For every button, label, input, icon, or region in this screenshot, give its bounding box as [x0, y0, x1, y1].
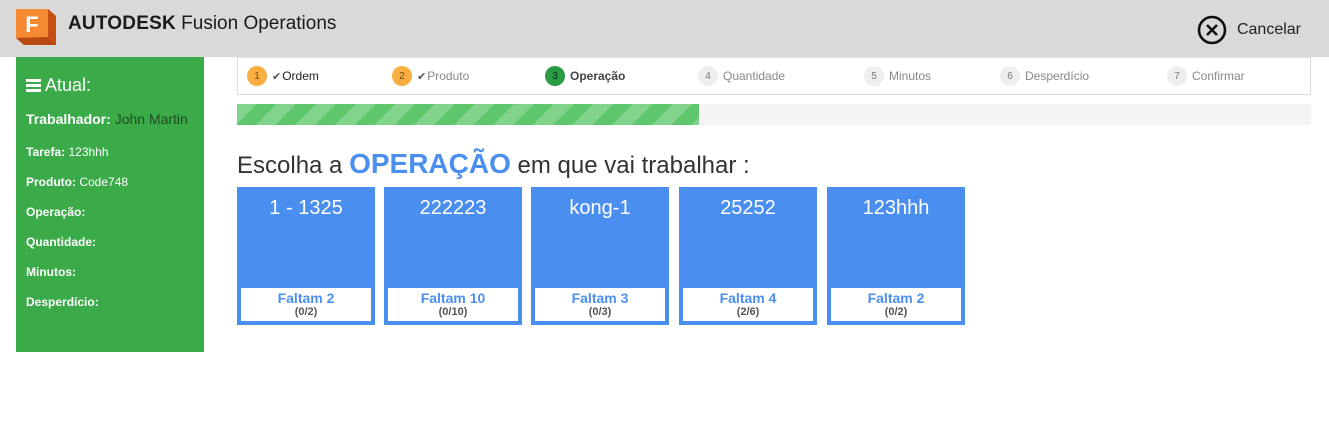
worker-value: John Martin	[114, 111, 188, 127]
info-row-minutes: Minutos:	[26, 265, 194, 295]
step-number: 6	[1000, 66, 1020, 86]
product-name: Fusion Operations	[181, 13, 337, 34]
info-value: 123hhh	[68, 145, 109, 159]
step-number: 3	[545, 66, 565, 86]
operation-status: Faltam 10 (0/10)	[388, 288, 518, 321]
remaining-count: Faltam 2	[867, 290, 925, 306]
info-label: Minutos:	[26, 265, 76, 279]
info-row-waste: Desperdício:	[26, 295, 194, 325]
hamburger-menu-icon	[26, 79, 41, 92]
check-icon: ✔	[417, 70, 427, 83]
step-number: 5	[864, 66, 884, 86]
info-label: Operação:	[26, 205, 86, 219]
info-label: Tarefa:	[26, 145, 66, 159]
page-heading: Escolha a OPERAÇÃO em que vai trabalhar …	[237, 148, 750, 180]
operation-name: 1 - 1325	[269, 197, 343, 219]
step-confirm[interactable]: 7 Confirmar	[1167, 58, 1245, 94]
info-row-quantity: Quantidade:	[26, 235, 194, 265]
operation-name: 123hhh	[862, 197, 930, 219]
heading-suffix: em que vai trabalhar :	[517, 152, 750, 179]
check-icon: ✔	[272, 70, 282, 83]
step-label: Quantidade	[723, 69, 786, 83]
panel-title-text: Atual:	[45, 75, 92, 95]
current-info-panel: Atual: Trabalhador: John Martin Tarefa: …	[16, 57, 204, 352]
operation-status: Faltam 4 (2/6)	[683, 288, 813, 321]
operation-status: Faltam 2 (0/2)	[831, 288, 961, 321]
step-number: 2	[392, 66, 412, 86]
step-minutes[interactable]: 5 Minutos	[864, 58, 931, 94]
info-label: Desperdício:	[26, 295, 99, 309]
step-label: Desperdício	[1025, 69, 1090, 83]
operation-card[interactable]: 1 - 1325 Faltam 2 (0/2)	[237, 187, 375, 325]
operation-name: 222223	[419, 197, 487, 219]
progress-ratio: (0/10)	[438, 306, 468, 318]
heading-emphasis: OPERAÇÃO	[349, 148, 511, 179]
step-label: Confirmar	[1192, 69, 1245, 83]
top-bar: F AUTODESK Fusion Operations Cancelar	[0, 0, 1329, 57]
step-number: 4	[698, 66, 718, 86]
info-label: Quantidade:	[26, 235, 97, 249]
progress-ratio: (2/6)	[736, 306, 760, 318]
remaining-count: Faltam 4	[719, 290, 777, 306]
step-waste[interactable]: 6 Desperdício	[1000, 58, 1089, 94]
step-order[interactable]: 1 ✔ Ordem	[247, 58, 319, 94]
worker-label: Trabalhador:	[26, 111, 111, 127]
fusion-logo-icon: F	[14, 6, 58, 48]
operation-status: Faltam 2 (0/2)	[241, 288, 371, 321]
cancel-button[interactable]: Cancelar	[1197, 15, 1301, 45]
operation-status: Faltam 3 (0/3)	[535, 288, 665, 321]
step-operation[interactable]: 3 Operação	[545, 58, 625, 94]
heading-prefix: Escolha a	[237, 152, 343, 179]
step-label: Produto	[427, 69, 470, 83]
panel-title: Atual:	[26, 75, 194, 96]
operation-name: kong-1	[569, 197, 631, 219]
app-title: AUTODESK Fusion Operations	[68, 13, 336, 35]
progress-ratio: (0/2)	[294, 306, 318, 318]
brand-name: AUTODESK	[68, 13, 176, 34]
remaining-count: Faltam 2	[277, 290, 335, 306]
operation-name: 25252	[720, 197, 776, 219]
info-label: Produto:	[26, 175, 76, 189]
step-label: Minutos	[889, 69, 932, 83]
worker-info: Trabalhador: John Martin	[26, 109, 194, 129]
progress-ratio: (0/3)	[588, 306, 612, 318]
progress-fill	[237, 104, 699, 125]
step-number: 7	[1167, 66, 1187, 86]
info-value: Code748	[79, 175, 129, 189]
close-circle-icon	[1197, 15, 1227, 45]
progress-ratio: (0/2)	[884, 306, 908, 318]
info-row-task: Tarefa: 123hhh	[26, 145, 194, 175]
step-number: 1	[247, 66, 267, 86]
step-quantity[interactable]: 4 Quantidade	[698, 58, 785, 94]
remaining-count: Faltam 3	[571, 290, 629, 306]
operation-card[interactable]: 123hhh Faltam 2 (0/2)	[827, 187, 965, 325]
operation-card[interactable]: kong-1 Faltam 3 (0/3)	[531, 187, 669, 325]
wizard-steps: 1 ✔ Ordem 2 ✔ Produto 3 Operação 4 Quant…	[237, 57, 1311, 95]
progress-bar	[237, 104, 1311, 125]
info-row-product: Produto: Code748	[26, 175, 194, 205]
svg-text:F: F	[25, 12, 38, 37]
operation-card[interactable]: 25252 Faltam 4 (2/6)	[679, 187, 817, 325]
step-label: Operação	[570, 69, 626, 83]
operation-card[interactable]: 222223 Faltam 10 (0/10)	[384, 187, 522, 325]
step-product[interactable]: 2 ✔ Produto	[392, 58, 469, 94]
step-label: Ordem	[282, 69, 319, 83]
info-row-operation: Operação:	[26, 205, 194, 235]
remaining-count: Faltam 10	[420, 290, 486, 306]
cancel-label: Cancelar	[1236, 21, 1301, 38]
